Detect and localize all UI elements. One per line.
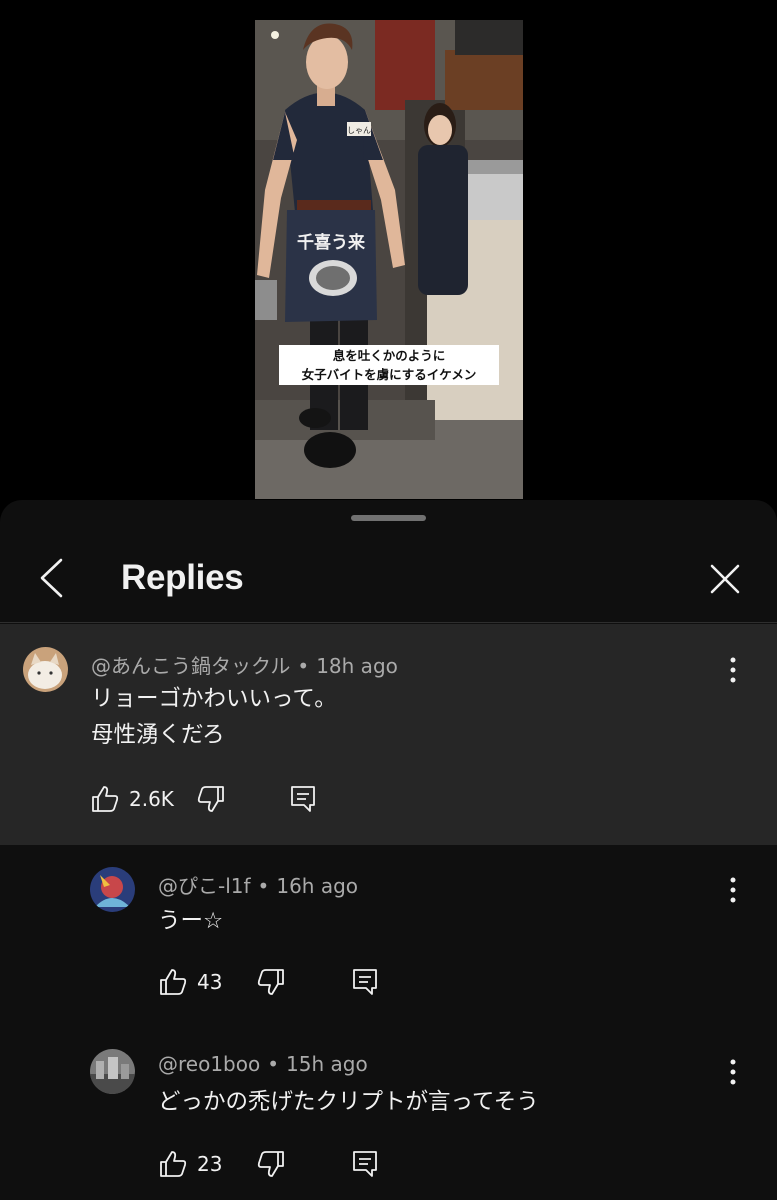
replies-sheet: Replies @あんこう鍋タックル • 18h ago リョーゴかわいいって。 母… — [0, 500, 777, 1200]
dislike-button[interactable] — [256, 967, 286, 997]
city-avatar-image — [90, 1049, 135, 1094]
dislike-button[interactable] — [256, 1149, 286, 1179]
header-divider — [0, 622, 777, 623]
reply-button[interactable] — [350, 967, 380, 997]
comment-reply-icon — [291, 786, 315, 812]
comment-reply-icon — [353, 1151, 378, 1177]
more-vertical-icon — [730, 1059, 736, 1085]
sheet-title: Replies — [121, 558, 244, 597]
drag-handle[interactable] — [351, 515, 426, 521]
thumbs-up-icon — [92, 786, 119, 812]
comment-actions: 2.6K — [90, 779, 318, 819]
thumbs-down-icon — [258, 969, 285, 995]
more-options-button[interactable] — [718, 1054, 748, 1090]
meta-separator: • — [267, 1052, 280, 1076]
parent-comment: @あんこう鍋タックル • 18h ago リョーゴかわいいって。 母性湧くだろ 2.… — [0, 624, 777, 845]
like-count: 43 — [197, 970, 223, 994]
comment-text: リョーゴかわいいって。 母性湧くだろ — [91, 681, 337, 753]
video-caption: 息を吐くかのように 女子バイトを虜にするイケメン — [279, 345, 499, 385]
comment-author[interactable]: @reo1boo — [158, 1052, 260, 1076]
like-button[interactable]: 2.6K — [90, 784, 174, 814]
back-button[interactable] — [30, 556, 74, 600]
thumbs-down-icon — [197, 786, 224, 812]
comment-text-line-2: 母性湧くだろ — [91, 722, 225, 748]
more-options-button[interactable] — [718, 652, 748, 688]
like-count: 23 — [197, 1152, 223, 1176]
meta-separator: • — [257, 874, 270, 898]
comment-actions: 23 — [158, 1144, 380, 1184]
dislike-button[interactable] — [196, 784, 226, 814]
comment-meta: @reo1boo • 15h ago — [158, 1052, 368, 1076]
name-tag-text: しゃん — [347, 126, 371, 135]
anime-avatar-image — [90, 867, 135, 912]
avatar[interactable] — [90, 1049, 135, 1094]
thumbs-up-icon — [160, 1151, 187, 1177]
avatar[interactable] — [90, 867, 135, 912]
meta-separator: • — [297, 654, 310, 678]
caption-line-1: 息を吐くかのように — [332, 348, 446, 363]
thumbs-up-icon — [160, 969, 187, 995]
chevron-left-icon — [40, 558, 63, 598]
reply-comment: @reo1boo • 15h ago どっかの禿げたクリプトが言ってそう 23 — [0, 1027, 777, 1200]
cat-avatar-image — [23, 647, 68, 692]
sheet-header: Replies — [0, 538, 777, 622]
close-icon — [710, 564, 740, 594]
like-count: 2.6K — [129, 787, 174, 811]
video-thumbnail[interactable]: しゃん 千喜う来 息を吐くかのように 女子バイトを虜にするイケメン — [255, 20, 523, 499]
comment-text: うー☆ — [158, 908, 224, 934]
comment-author[interactable]: @あんこう鍋タックル — [91, 654, 290, 678]
comment-text: どっかの禿げたクリプトが言ってそう — [158, 1089, 539, 1115]
comment-time: 15h ago — [286, 1052, 368, 1076]
comment-reply-icon — [353, 969, 378, 995]
caption-line-2: 女子バイトを虜にするイケメン — [301, 367, 477, 382]
comment-meta: @あんこう鍋タックル • 18h ago — [91, 650, 398, 679]
like-button[interactable]: 43 — [158, 967, 222, 997]
video-player-area[interactable]: しゃん 千喜う来 息を吐くかのように 女子バイトを虜にするイケメン — [0, 0, 777, 520]
avatar[interactable] — [23, 647, 68, 692]
reply-comment: @ぴこ-l1f • 16h ago うー☆ 43 — [0, 845, 777, 1027]
apron-logo-text: 千喜う来 — [297, 232, 366, 253]
comment-time: 16h ago — [276, 874, 359, 898]
comment-time: 18h ago — [316, 654, 398, 678]
reply-button[interactable] — [350, 1149, 380, 1179]
more-options-button[interactable] — [718, 872, 748, 908]
more-vertical-icon — [730, 657, 736, 683]
thumbs-down-icon — [258, 1151, 285, 1177]
comment-meta: @ぴこ-l1f • 16h ago — [158, 870, 358, 899]
comment-actions: 43 — [158, 962, 380, 1002]
close-button[interactable] — [702, 556, 748, 602]
like-button[interactable]: 23 — [158, 1149, 222, 1179]
video-scene-image: しゃん 千喜う来 — [255, 20, 523, 499]
comment-author[interactable]: @ぴこ-l1f — [158, 874, 251, 898]
reply-button[interactable] — [288, 784, 318, 814]
more-vertical-icon — [730, 877, 736, 903]
comment-text-line-1: リョーゴかわいいって。 — [91, 686, 337, 712]
